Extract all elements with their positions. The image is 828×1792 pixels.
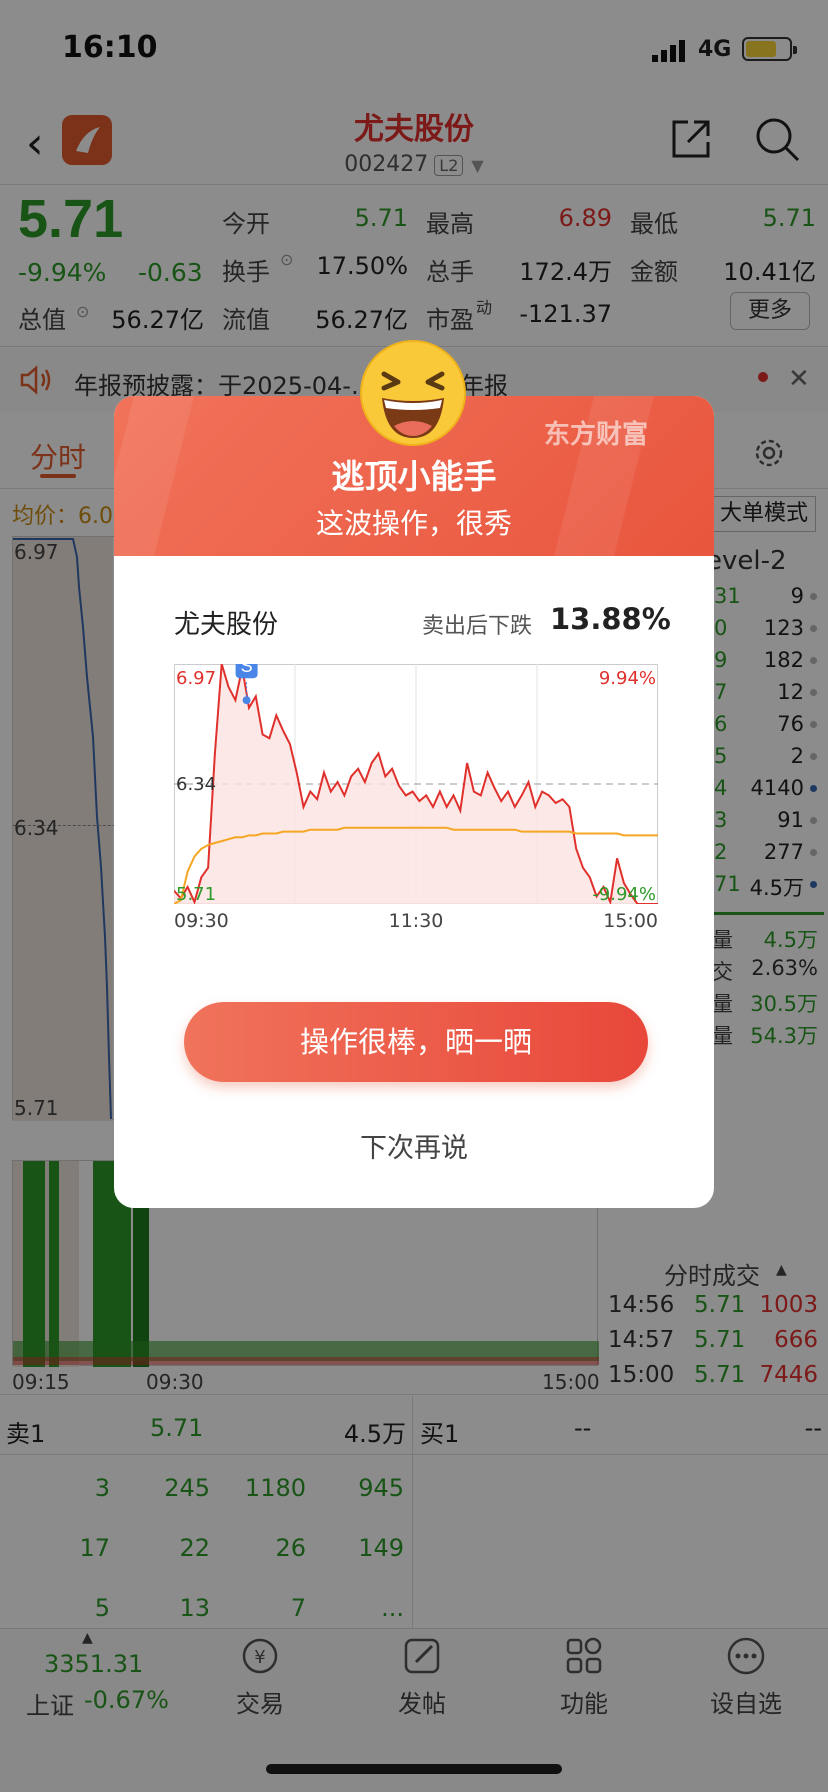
dismiss-button[interactable]: 下次再说 <box>114 1126 714 1165</box>
achievement-modal: 东方财富 逃顶小能手 这波操作，很秀 尤夫股份 卖出后下跌 13.88% S 6.… <box>114 396 714 1208</box>
laughing-emoji-icon <box>360 340 466 446</box>
share-result-button[interactable]: 操作很棒，晒一晒 <box>184 1002 648 1082</box>
drop-label: 卖出后下跌 <box>422 614 533 639</box>
x-tick-label: 11:30 <box>388 910 444 932</box>
x-tick-label: 09:30 <box>174 910 229 932</box>
y-tick-label: 5.71 <box>176 884 216 904</box>
y-tick-label: 6.97 <box>176 668 216 689</box>
y-tick-label: 6.34 <box>176 774 216 795</box>
drop-value: 13.88% <box>550 602 671 636</box>
modal-stock-name: 尤夫股份 <box>174 610 279 640</box>
brand-watermark: 东方财富 <box>544 420 649 450</box>
sell-marker-dot <box>242 696 251 705</box>
x-tick-label: 15:00 <box>603 910 658 932</box>
sell-marker-label: S <box>241 664 253 676</box>
home-indicator <box>266 1764 562 1774</box>
right-tick-label: -9.94% <box>592 884 656 904</box>
right-tick-label: 9.94% <box>599 668 656 689</box>
modal-subtitle: 这波操作，很秀 <box>315 507 512 540</box>
modal-intraday-chart: S 6.97 6.34 5.71 9.94% -9.94% <box>174 664 658 904</box>
modal-title: 逃顶小能手 <box>331 457 497 496</box>
